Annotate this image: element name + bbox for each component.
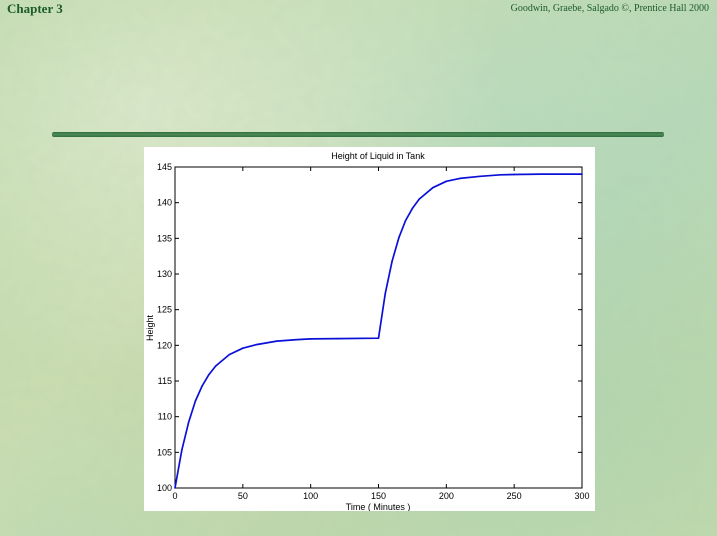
plot-area (174, 166, 583, 489)
data-point (391, 260, 393, 262)
y-tick-label: 100 (157, 483, 172, 493)
data-point (194, 400, 197, 402)
x-tick-label: 150 (371, 491, 386, 501)
y-tick-label: 120 (157, 340, 172, 350)
x-tick-label: 0 (172, 491, 177, 501)
copyright-credit: Goodwin, Graebe, Salgado ©, Prentice Hal… (510, 3, 709, 14)
data-point (174, 487, 176, 489)
data-point (581, 173, 583, 175)
data-point (201, 385, 203, 387)
data-point (309, 338, 312, 340)
y-tick-label: 110 (158, 412, 172, 422)
data-point (499, 174, 502, 176)
data-point (187, 421, 190, 424)
data-point (208, 373, 210, 376)
data-point (337, 337, 339, 340)
chart-title: Height of Liquid in Tank (331, 151, 425, 161)
line-chart: Height of Liquid in Tank 0 50 100 150 200 250… (145, 151, 590, 511)
data-point (242, 347, 244, 349)
data-point (411, 207, 414, 210)
data-point (479, 175, 482, 178)
y-tick-label: 135 (157, 233, 172, 243)
y-tick-label: 130 (157, 269, 172, 279)
chapter-title: Chapter 3 (7, 1, 63, 16)
y-tick-label: 115 (158, 376, 172, 386)
y-tick-label: 125 (157, 305, 172, 315)
data-point (228, 353, 231, 356)
y-tick-label: 145 (157, 162, 172, 172)
y-axis-label: Height (145, 314, 155, 341)
data-point (180, 449, 183, 451)
x-tick-label: 50 (238, 491, 248, 501)
data-point (296, 338, 298, 341)
data-point (540, 173, 543, 175)
data-point (214, 365, 217, 367)
x-tick-label: 300 (574, 491, 589, 501)
x-tick-label: 250 (507, 491, 522, 501)
y-tick-label: 140 (157, 198, 172, 208)
y-tick-label: 105 (157, 447, 172, 457)
x-tick-label: 100 (303, 491, 318, 501)
data-point (513, 173, 515, 176)
data-point (398, 236, 400, 239)
data-point (459, 177, 461, 180)
data-point (275, 340, 278, 342)
data-point (445, 180, 448, 183)
x-axis-label: Time ( Minutes ) (346, 502, 411, 511)
divider-bar (52, 132, 664, 137)
data-point (431, 186, 434, 189)
x-tick-label: 200 (439, 491, 454, 501)
figure-panel: Height of Liquid in Tank 0 50 100 150 200 250… (144, 147, 595, 511)
data-point (404, 219, 407, 222)
data-point (255, 343, 258, 346)
data-point (384, 292, 387, 295)
data-point (377, 337, 380, 339)
data-point (418, 198, 421, 200)
